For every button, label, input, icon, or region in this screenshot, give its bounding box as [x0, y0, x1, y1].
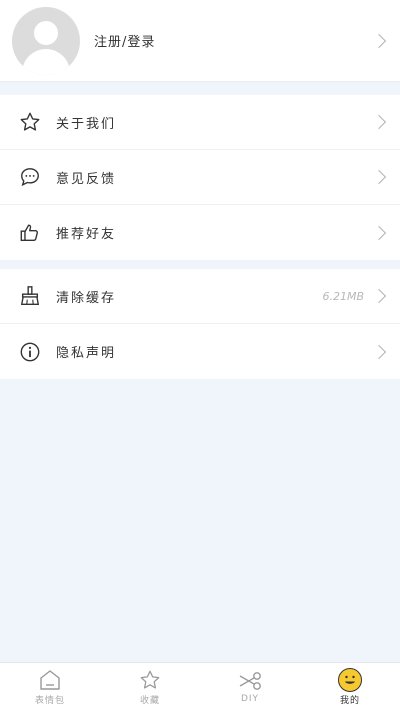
recommend-friends-label: 推荐好友 [56, 227, 117, 242]
tab-favorites[interactable]: 收藏 [100, 663, 200, 710]
star-icon [18, 110, 42, 134]
profile-login-row[interactable]: 注册/登录 [0, 0, 400, 82]
tab-mine[interactable]: 我的 [300, 663, 400, 710]
broom-icon [18, 284, 42, 308]
chevron-right-icon [371, 225, 387, 240]
about-us-label: 关于我们 [56, 116, 117, 132]
menu-group-about: 关于我们 意见反馈 推荐好友 [0, 95, 400, 260]
tab-label: 我的 [339, 695, 360, 706]
register-login-label: 注册/登录 [94, 35, 156, 50]
avatar-body [22, 48, 70, 75]
chevron-right-icon [371, 33, 387, 48]
avatar-head [34, 20, 58, 45]
avatar[interactable] [12, 6, 80, 75]
tab-label: DIY [240, 694, 260, 704]
menu-item-clear-cache[interactable]: 清除缓存 6.21MB [0, 269, 400, 324]
tab-diy[interactable]: DIY [200, 663, 300, 710]
tab-label: 表情包 [34, 695, 65, 706]
menu-item-feedback[interactable]: 意见反馈 [0, 150, 400, 205]
scissors-icon [237, 669, 263, 693]
chevron-right-icon [371, 169, 387, 185]
clear-cache-label: 清除缓存 [56, 290, 117, 306]
chevron-right-icon [371, 114, 387, 130]
chevron-right-icon [371, 288, 387, 304]
tab-emoji-packs[interactable]: 表情包 [0, 663, 100, 710]
menu-item-recommend-friends[interactable]: 推荐好友 [0, 205, 400, 260]
chevron-right-icon [371, 344, 387, 359]
smiley-icon [337, 667, 363, 692]
menu-group-settings: 清除缓存 6.21MB 隐私声明 [0, 269, 400, 379]
cache-size-value: 6.21MB [322, 289, 364, 303]
feedback-label: 意见反馈 [56, 171, 117, 187]
home-icon [37, 668, 63, 692]
bottom-tab-bar: 表情包 收藏 DIY 我的 [0, 662, 400, 710]
star-icon [137, 668, 163, 692]
privacy-statement-label: 隐私声明 [56, 346, 117, 361]
menu-item-about-us[interactable]: 关于我们 [0, 95, 400, 150]
thumbs-up-icon [18, 221, 42, 245]
info-icon [18, 340, 42, 364]
tab-label: 收藏 [139, 695, 160, 706]
menu-item-privacy[interactable]: 隐私声明 [0, 324, 400, 379]
chat-bubble-icon [18, 165, 42, 189]
